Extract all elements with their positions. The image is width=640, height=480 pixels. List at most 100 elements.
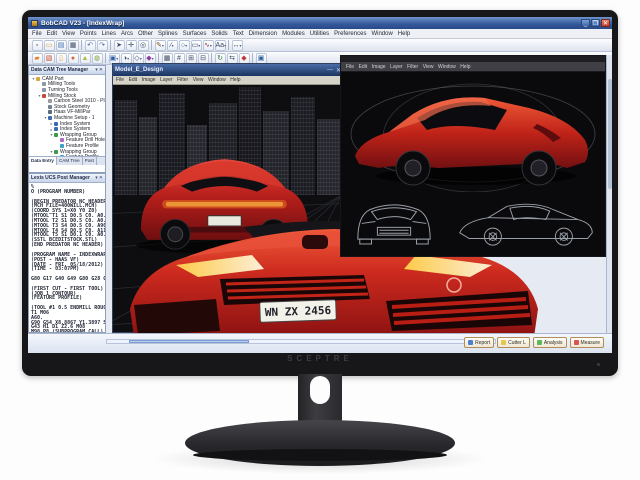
dimension-icon[interactable]: ↔▾: [232, 40, 243, 51]
design-menu-filter[interactable]: Filter: [407, 64, 418, 70]
design-menu-layer[interactable]: Layer: [390, 64, 403, 70]
layers-icon[interactable]: ▣▾: [109, 53, 120, 64]
grid-icon[interactable]: ▦: [162, 53, 173, 64]
solid-box-icon[interactable]: ▧: [44, 53, 55, 64]
panel-pin-icon[interactable]: ▾: [95, 67, 98, 73]
menu-modules[interactable]: Modules: [282, 31, 305, 37]
menu-edit[interactable]: Edit: [47, 31, 57, 37]
design-menu-file[interactable]: File: [346, 64, 354, 70]
rotate-icon[interactable]: ↻: [215, 53, 226, 64]
post-manager-panel: Lexis UCS Post Manager ▾ ✕ %O (PROGRAM N…: [28, 173, 106, 333]
pen-icon[interactable]: ✎▾: [155, 40, 166, 51]
model-menu-image[interactable]: Image: [142, 77, 156, 83]
group-icon[interactable]: ⊞: [186, 53, 197, 64]
menu-dimension[interactable]: Dimension: [249, 31, 277, 37]
pan-icon[interactable]: ✛: [126, 40, 137, 51]
line-icon[interactable]: ∕▾: [167, 40, 178, 51]
rectangle-icon[interactable]: ▭▾: [191, 40, 202, 51]
redo-icon[interactable]: ↷: [97, 40, 108, 51]
close-button[interactable]: ✕: [601, 19, 610, 27]
design-menu-edit[interactable]: Edit: [359, 64, 368, 70]
tab-post[interactable]: Post: [83, 157, 97, 165]
panel-close-icon[interactable]: ✕: [99, 175, 103, 181]
minimize-button[interactable]: _: [581, 19, 590, 27]
text-icon[interactable]: Aa▾: [215, 40, 226, 51]
cam-tree-panel-header[interactable]: Data CAM Tree Manager ▾ ✕: [29, 66, 105, 75]
design-menu-help[interactable]: Help: [460, 64, 470, 70]
menu-text[interactable]: Text: [233, 31, 244, 37]
model-minimize-button[interactable]: —: [327, 67, 333, 73]
design-menu-window[interactable]: Window: [438, 64, 456, 70]
print-icon[interactable]: ▦: [68, 40, 79, 51]
menu-solids[interactable]: Solids: [211, 31, 227, 37]
nc-code-editor[interactable]: %O (PROGRAM NUMBER) (BEGIN PREDATOR NC H…: [29, 183, 105, 332]
panel-pin-icon[interactable]: ▾: [95, 175, 98, 181]
monitor-screen: BobCAD V23 - [IndexWrap] _ ❐ ✕ File Edit V…: [28, 17, 612, 353]
ungroup-icon[interactable]: ⊟: [198, 53, 209, 64]
sphere-icon[interactable]: ●: [68, 53, 79, 64]
maximize-button[interactable]: ❐: [591, 19, 600, 27]
report-icon: [468, 340, 473, 345]
model-menu-view[interactable]: View: [193, 77, 204, 83]
tree-item-icon: [54, 122, 58, 126]
vertical-scrollbar[interactable]: [606, 55, 612, 333]
menu-points[interactable]: Points: [80, 31, 97, 37]
menu-window[interactable]: Window: [371, 31, 392, 37]
menu-help[interactable]: Help: [398, 31, 410, 37]
model-menu-window[interactable]: Window: [208, 77, 226, 83]
material-icon[interactable]: ◆: [239, 53, 250, 64]
horizontal-scrollbar-thumb[interactable]: [129, 340, 249, 343]
model-menu-filter[interactable]: Filter: [177, 77, 188, 83]
torus-icon[interactable]: ◍: [92, 53, 103, 64]
select-icon[interactable]: ➤: [114, 40, 125, 51]
cutter-l-button[interactable]: Cutter L: [497, 337, 530, 348]
wireframe-icon[interactable]: ◇▾: [133, 53, 144, 64]
save-icon[interactable]: ▤: [56, 40, 67, 51]
vertical-scrollbar-thumb[interactable]: [608, 79, 612, 189]
cone-icon[interactable]: ▲: [80, 53, 91, 64]
render-icon[interactable]: ◆▾: [145, 53, 156, 64]
menu-splines[interactable]: Splines: [158, 31, 178, 37]
extrude-icon[interactable]: ▰: [32, 53, 43, 64]
wireframe-front-car: [350, 193, 438, 249]
model-menu-help[interactable]: Help: [230, 77, 240, 83]
app-icon: [31, 20, 38, 27]
design-menu-view[interactable]: View: [423, 64, 434, 70]
circle-icon[interactable]: ○▾: [179, 40, 190, 51]
measure-button[interactable]: Measure: [570, 337, 604, 348]
spline-icon[interactable]: ∿▾: [203, 40, 214, 51]
menu-surfaces[interactable]: Surfaces: [183, 31, 207, 37]
menu-arcs[interactable]: Arcs: [121, 31, 133, 37]
report-button[interactable]: Report: [464, 337, 494, 348]
menu-file[interactable]: File: [32, 31, 42, 37]
new-file-icon[interactable]: ▫: [32, 40, 43, 51]
cylinder-icon[interactable]: ▯: [56, 53, 67, 64]
design-viewport-canvas[interactable]: [341, 72, 605, 256]
model-menu-file[interactable]: File: [116, 77, 124, 83]
menu-view[interactable]: View: [62, 31, 75, 37]
analysis-button[interactable]: Analysis: [533, 337, 567, 348]
app-titlebar[interactable]: BobCAD V23 - [IndexWrap] _ ❐ ✕: [28, 17, 612, 29]
menu-other[interactable]: Other: [138, 31, 153, 37]
shade-icon[interactable]: ◑▾: [121, 53, 132, 64]
tab-data-entry[interactable]: Data Entry: [29, 157, 57, 165]
toolbar-separator: [158, 53, 159, 63]
panel-close-icon[interactable]: ✕: [99, 67, 103, 73]
snap-icon[interactable]: #: [174, 53, 185, 64]
undo-icon[interactable]: ↶: [85, 40, 96, 51]
model-menu-edit[interactable]: Edit: [129, 77, 138, 83]
design-menu-image[interactable]: Image: [372, 64, 386, 70]
open-icon[interactable]: ▭: [44, 40, 55, 51]
horizontal-scrollbar[interactable]: [106, 339, 496, 344]
menu-lines[interactable]: Lines: [102, 31, 116, 37]
viewport-icon[interactable]: ▣: [256, 53, 267, 64]
model-menu-layer[interactable]: Layer: [160, 77, 173, 83]
model-window-titlebar[interactable]: Model_E_Design — ✕: [113, 64, 343, 76]
post-panel-header[interactable]: Lexis UCS Post Manager ▾ ✕: [29, 174, 105, 183]
zoom-icon[interactable]: ◎: [138, 40, 149, 51]
mirror-icon[interactable]: ⇆: [227, 53, 238, 64]
tree-item-icon: [60, 144, 64, 148]
tab-cam-tree[interactable]: CAM Tree: [57, 157, 83, 165]
menu-preferences[interactable]: Preferences: [334, 31, 366, 37]
menu-utilities[interactable]: Utilities: [310, 31, 329, 37]
